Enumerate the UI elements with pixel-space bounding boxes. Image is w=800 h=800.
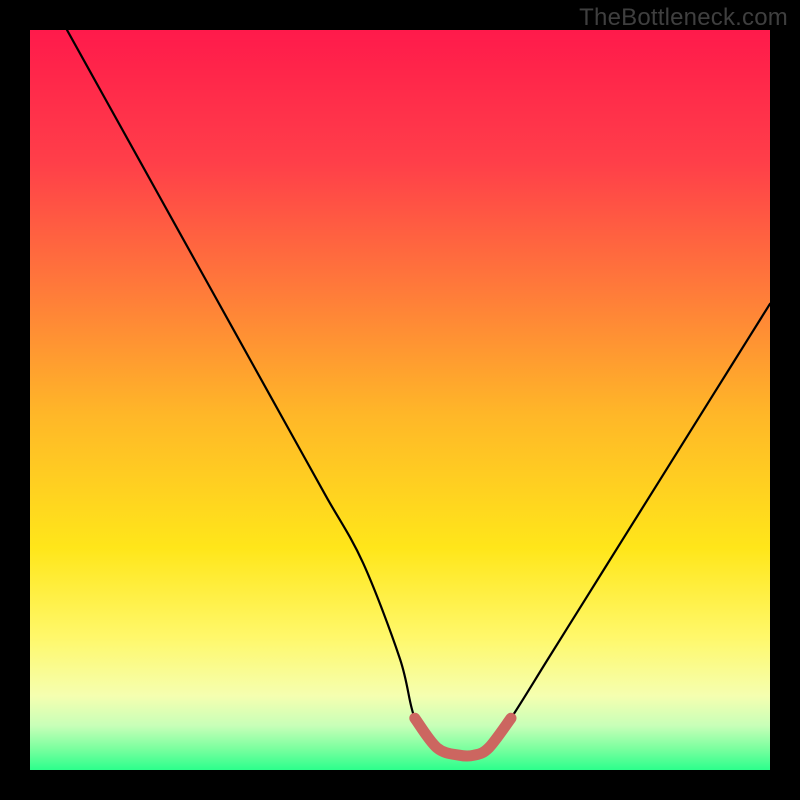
bottleneck-curve <box>67 30 770 756</box>
watermark-text: TheBottleneck.com <box>579 4 788 32</box>
curve-layer <box>30 30 770 770</box>
plot-area <box>30 30 770 770</box>
chart-frame: TheBottleneck.com <box>0 0 800 800</box>
highlight-band <box>415 718 511 756</box>
